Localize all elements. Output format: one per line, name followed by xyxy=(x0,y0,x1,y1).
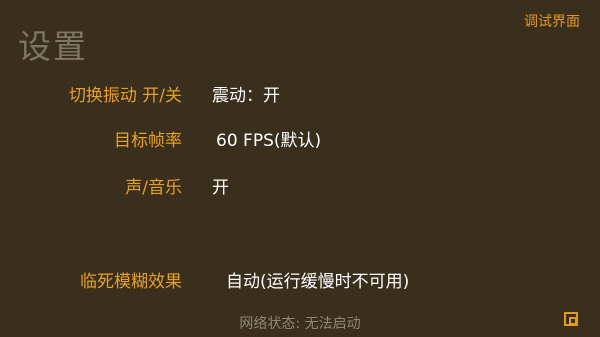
settings-screen: 设置 调试界面 切换振动 开/关 震动：开 目标帧率 60 FPS(默认) 声/… xyxy=(0,0,600,337)
setting-row-vibration: 切换振动 开/关 震动：开 xyxy=(0,82,600,110)
back-square-icon[interactable] xyxy=(564,312,578,326)
page-title: 设置 xyxy=(18,27,88,66)
network-status: 网络状态: 无法启动 xyxy=(239,316,361,332)
setting-row-framerate: 目标帧率 60 FPS(默认) xyxy=(0,127,600,155)
sound-label: 声/音乐 xyxy=(125,178,182,198)
vibration-toggle[interactable]: 震动：开 xyxy=(212,82,280,110)
sound-toggle[interactable]: 开 xyxy=(212,174,229,202)
vibration-label: 切换振动 开/关 xyxy=(68,86,182,106)
death-blur-option[interactable]: 自动(运行缓慢时不可用) xyxy=(226,268,409,296)
death-blur-label: 临死模糊效果 xyxy=(80,272,182,292)
setting-row-sound: 声/音乐 开 xyxy=(0,174,600,202)
setting-row-death-blur: 临死模糊效果 自动(运行缓慢时不可用) xyxy=(0,268,600,296)
framerate-option[interactable]: 60 FPS(默认) xyxy=(216,127,321,155)
debug-screen-link[interactable]: 调试界面 xyxy=(524,11,580,31)
framerate-label: 目标帧率 xyxy=(114,131,182,151)
